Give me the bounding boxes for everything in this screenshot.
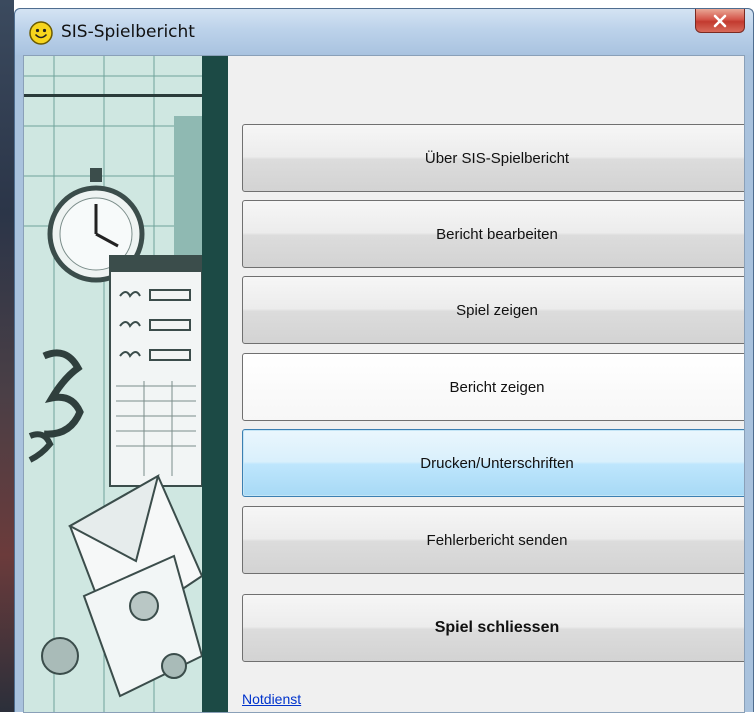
window-title: SIS-Spielbericht	[61, 22, 195, 42]
desktop-background-strip	[0, 0, 14, 712]
close-button[interactable]	[695, 9, 745, 33]
sidebar-artwork	[24, 56, 228, 712]
emergency-link[interactable]: Notdienst	[242, 691, 301, 707]
show-game-button[interactable]: Spiel zeigen	[242, 276, 744, 344]
client-area: Über SIS-Spielbericht Bericht bearbeiten…	[23, 55, 745, 713]
about-button[interactable]: Über SIS-Spielbericht	[242, 124, 744, 192]
title-bar[interactable]: SIS-Spielbericht	[15, 9, 753, 55]
artwork-illustration	[24, 56, 228, 712]
edit-report-button[interactable]: Bericht bearbeiten	[242, 200, 744, 268]
close-game-button[interactable]: Spiel schliessen	[242, 594, 744, 662]
send-error-report-button[interactable]: Fehlerbericht senden	[242, 506, 744, 574]
smiley-icon	[29, 21, 53, 45]
print-signatures-button[interactable]: Drucken/Unterschriften	[242, 429, 744, 497]
app-window: SIS-Spielbericht Über SIS-Spielbericht B…	[14, 8, 754, 713]
show-report-button[interactable]: Bericht zeigen	[242, 353, 744, 421]
artwork-band	[202, 56, 228, 712]
close-icon	[713, 14, 727, 27]
